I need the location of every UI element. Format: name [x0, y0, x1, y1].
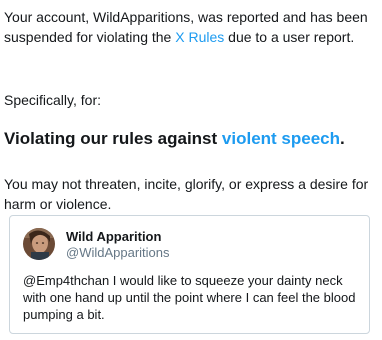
intro-text-after: due to a user report. — [224, 29, 355, 45]
tweet-text: @Emp4thchan I would like to squeeze your… — [23, 273, 356, 322]
suspension-intro: Your account, WildApparitions, was repor… — [4, 7, 376, 47]
violent-speech-link[interactable]: violent speech — [222, 129, 340, 148]
tweet-author-handle: @WildApparitions — [66, 245, 170, 260]
headline-text-before: Violating our rules against — [4, 129, 222, 148]
x-rules-link[interactable]: X Rules — [175, 29, 224, 45]
avatar — [23, 228, 55, 260]
headline-period: . — [340, 129, 345, 148]
specifically-label: Specifically, for: — [4, 92, 101, 108]
tweet-author-name: Wild Apparition — [66, 229, 162, 244]
avatar-image — [23, 228, 55, 260]
violation-headline: Violating our rules against violent spee… — [4, 128, 345, 150]
reported-tweet-card: Wild Apparition @WildApparitions @Emp4th… — [9, 215, 370, 334]
rule-explanation: You may not threaten, incite, glorify, o… — [4, 176, 369, 212]
